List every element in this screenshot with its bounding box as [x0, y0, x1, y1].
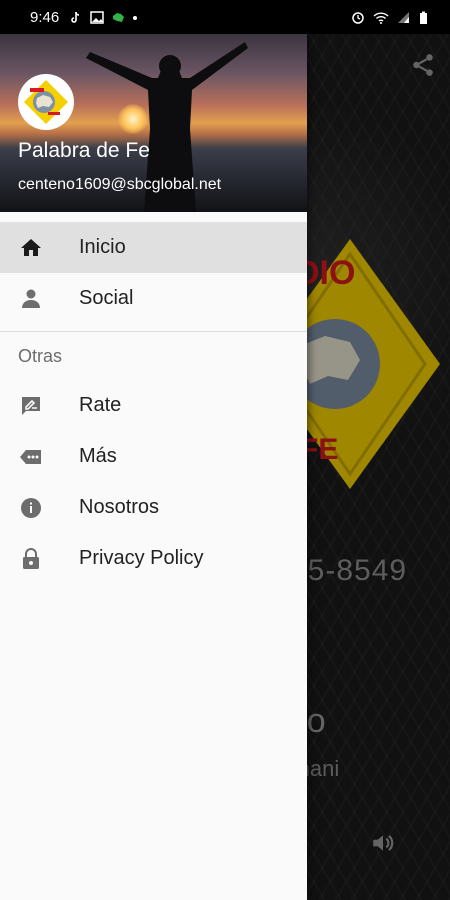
person-icon	[22, 289, 40, 308]
australia-app-icon	[113, 12, 125, 22]
signal-icon	[398, 11, 409, 23]
avatar[interactable]	[18, 74, 74, 130]
drawer-menu: Inicio Social Otras Rate Más Nosotros Pr…	[0, 212, 307, 584]
palabra-de-fe-logo-icon	[24, 80, 68, 124]
menu-item-label: Social	[79, 287, 134, 309]
status-right-icons	[351, 11, 428, 24]
dot-icon	[133, 15, 138, 20]
status-left-icons	[69, 10, 138, 24]
info-icon	[21, 498, 41, 518]
navigation-drawer: Palabra de Fe centeno1609@sbcglobal.net …	[0, 34, 307, 900]
menu-item-social[interactable]: Social	[0, 273, 307, 324]
alarm-icon	[352, 11, 364, 24]
menu-item-label: Nosotros	[79, 496, 160, 518]
rate-review-icon	[22, 397, 40, 415]
section-label-otras: Otras	[18, 345, 63, 366]
menu-item-label: Privacy Policy	[79, 547, 204, 569]
wifi-icon	[373, 11, 389, 24]
status-time: 9:46	[30, 8, 60, 26]
drawer-header: Palabra de Fe centeno1609@sbcglobal.net	[0, 34, 307, 212]
tiktok-icon	[71, 11, 80, 23]
menu-item-inicio[interactable]: Inicio	[0, 222, 307, 273]
menu-item-privacy-policy[interactable]: Privacy Policy	[0, 533, 307, 584]
gallery-icon	[90, 10, 104, 24]
lock-icon	[23, 548, 39, 569]
header-email: centeno1609@sbcglobal.net	[18, 176, 222, 193]
menu-item-label: Inicio	[79, 236, 126, 258]
header-app-name: Palabra de Fe	[18, 139, 150, 162]
menu-item-nosotros[interactable]: Nosotros	[0, 482, 307, 533]
menu-item-rate[interactable]: Rate	[0, 380, 307, 431]
battery-icon	[420, 11, 427, 24]
menu-item-label: Rate	[79, 394, 122, 416]
more-icon	[20, 450, 41, 464]
menu-item-mas[interactable]: Más	[0, 431, 307, 482]
home-icon	[21, 239, 41, 256]
status-bar: 9:46	[0, 0, 450, 34]
menu-item-label: Más	[79, 445, 117, 467]
